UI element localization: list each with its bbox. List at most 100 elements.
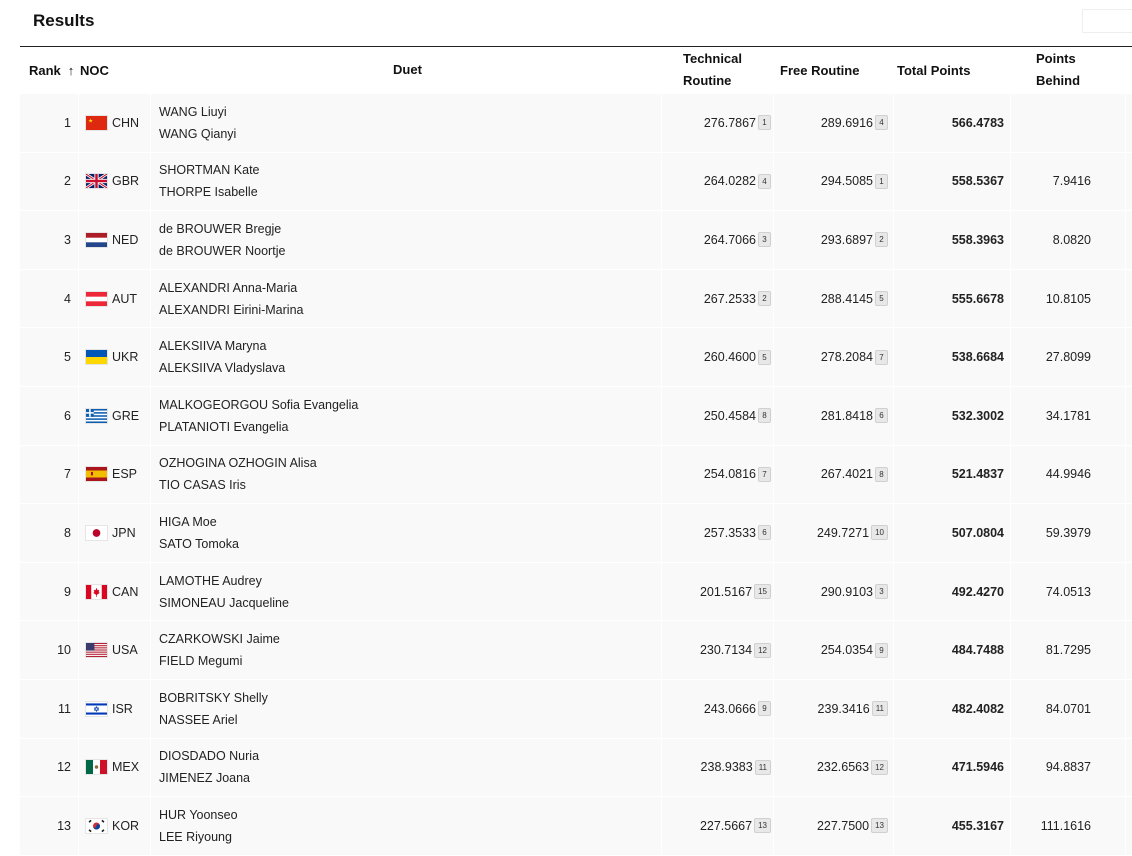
- athlete-name-link[interactable]: LAMOTHE Audrey: [159, 570, 262, 592]
- table-row: 11 ISR BOBRITSKY Shelly NASSEE Ariel 243.066…: [20, 679, 1132, 739]
- rank-cell: 4: [20, 269, 79, 328]
- noc-code: MEX: [112, 760, 140, 775]
- free-routine-cell: 267.4021 8: [774, 445, 894, 504]
- tech-header-line2: Routine: [683, 73, 732, 88]
- athlete-name-link[interactable]: OZHOGINA OZHOGIN Alisa: [159, 452, 317, 474]
- athlete-name-link[interactable]: ALEXANDRI Anna-Maria: [159, 277, 297, 299]
- athlete-name-link[interactable]: JIMENEZ Joana: [159, 767, 250, 789]
- athlete-name-link[interactable]: CZARKOWSKI Jaime: [159, 628, 280, 650]
- athlete-name-link[interactable]: WANG Liuyi: [159, 101, 227, 123]
- technical-score: 238.9383: [700, 760, 753, 775]
- athlete-name-link[interactable]: HUR Yoonseo: [159, 804, 238, 826]
- technical-rank-badge: 8: [758, 408, 771, 424]
- free-score: 289.6916: [820, 115, 873, 130]
- noc-cell[interactable]: MEX: [79, 738, 151, 797]
- total-points-cell: 558.5367: [894, 152, 1011, 211]
- noc-cell[interactable]: ISR: [79, 679, 151, 738]
- athlete-name-link[interactable]: de BROUWER Noortje: [159, 240, 285, 262]
- free-rank-badge: 12: [871, 759, 888, 775]
- noc-cell[interactable]: JPN: [79, 504, 151, 562]
- technical-score: 257.3533: [703, 525, 756, 540]
- gbr-flag-icon: [86, 174, 107, 189]
- technical-score: 260.4600: [703, 350, 756, 365]
- noc-cell[interactable]: GBR: [79, 152, 151, 211]
- noc-cell[interactable]: UKR: [79, 328, 151, 386]
- technical-score: 250.4584: [703, 408, 756, 423]
- noc-cell[interactable]: KOR: [79, 797, 151, 855]
- athlete-name-link[interactable]: SIMONEAU Jacqueline: [159, 592, 289, 614]
- athlete-name-link[interactable]: TIO CASAS Iris: [159, 474, 246, 496]
- free-routine-cell: 288.4145 5: [774, 269, 894, 328]
- technical-score: 243.0666: [703, 701, 756, 716]
- noc-cell[interactable]: CAN: [79, 562, 151, 621]
- technical-routine-cell: 267.2533 2: [662, 269, 774, 328]
- duet-cell: CZARKOWSKI Jaime FIELD Megumi: [151, 621, 662, 679]
- table-row: 7 ESP OZHOGINA OZHOGIN Alisa TIO CASAS Iris…: [20, 445, 1132, 505]
- noc-column-header[interactable]: NOC: [79, 47, 151, 93]
- sort-ascending-icon[interactable]: ↑: [68, 63, 75, 78]
- free-routine-column-header[interactable]: Free Routine: [774, 47, 894, 93]
- athlete-name-link[interactable]: ALEKSIIVA Maryna: [159, 335, 266, 357]
- table-row: 6 GRE MALKOGEORGOU Sofia Evangelia PLATANIO…: [20, 386, 1132, 446]
- athlete-name-link[interactable]: ALEKSIIVA Vladyslava: [159, 357, 285, 379]
- athlete-name-link[interactable]: ALEXANDRI Eirini-Marina: [159, 299, 303, 321]
- technical-routine-column-header[interactable]: Technical Routine: [662, 47, 774, 93]
- noc-cell[interactable]: ★ CHN: [79, 94, 151, 152]
- athlete-name-link[interactable]: FIELD Megumi: [159, 650, 242, 672]
- noc-code: GRE: [112, 408, 140, 423]
- technical-score: 267.2533: [703, 291, 756, 306]
- technical-routine-cell: 227.5667 13: [662, 797, 774, 855]
- noc-cell[interactable]: AUT: [79, 269, 151, 328]
- free-rank-badge: 2: [875, 232, 888, 248]
- search-box[interactable]: [1082, 9, 1132, 33]
- free-score: 267.4021: [820, 467, 873, 482]
- athlete-name-link[interactable]: BOBRITSKY Shelly: [159, 687, 268, 709]
- athlete-name-link[interactable]: NASSEE Ariel: [159, 709, 238, 731]
- usa-flag-icon: [86, 643, 107, 658]
- technical-routine-cell: 276.7867 1: [662, 94, 774, 152]
- results-table: Rank ↑ NOC Duet Technical Routine Free Ro…: [20, 47, 1132, 856]
- noc-code: NED: [112, 232, 139, 247]
- athlete-name-link[interactable]: SATO Tomoka: [159, 533, 239, 555]
- athlete-name-link[interactable]: SHORTMAN Kate: [159, 159, 260, 181]
- athlete-name-link[interactable]: HIGA Moe: [159, 511, 217, 533]
- table-row: 1 ★ CHN WANG Liuyi WANG Qianyi 276.7867 1 289.6…: [20, 94, 1132, 153]
- duet-cell: HIGA Moe SATO Tomoka: [151, 504, 662, 562]
- points-behind-cell: 44.9946: [1011, 445, 1126, 504]
- technical-score: 264.7066: [703, 232, 756, 247]
- duet-column-header[interactable]: Duet: [151, 47, 662, 93]
- athlete-name-link[interactable]: de BROUWER Bregje: [159, 218, 281, 240]
- points-behind-column-header[interactable]: Points Behind: [1011, 47, 1126, 93]
- points-behind-cell: 34.1781: [1011, 386, 1126, 445]
- behind-header-line1: Points: [1036, 51, 1076, 66]
- technical-rank-badge: 2: [758, 291, 771, 307]
- athlete-name-link[interactable]: DIOSDADO Nuria: [159, 745, 259, 767]
- technical-rank-badge: 15: [754, 584, 771, 600]
- free-rank-badge: 6: [875, 408, 888, 424]
- noc-code: GBR: [112, 174, 140, 189]
- page-title: Results: [33, 11, 95, 30]
- athlete-name-link[interactable]: THORPE Isabelle: [159, 181, 258, 203]
- athlete-name-link[interactable]: PLATANIOTI Evangelia: [159, 416, 288, 438]
- esp-flag-icon: [86, 467, 107, 482]
- noc-cell[interactable]: NED: [79, 211, 151, 269]
- kor-flag-icon: [86, 818, 107, 833]
- athlete-name-link[interactable]: LEE Riyoung: [159, 826, 232, 848]
- noc-cell[interactable]: USA: [79, 621, 151, 679]
- table-row: 2 GBR SHORTMAN Kate THORPE Isabelle 264.0282…: [20, 152, 1132, 212]
- duet-cell: OZHOGINA OZHOGIN Alisa TIO CASAS Iris: [151, 445, 662, 504]
- athlete-name-link[interactable]: MALKOGEORGOU Sofia Evangelia: [159, 394, 358, 416]
- noc-cell[interactable]: ESP: [79, 445, 151, 504]
- total-points-cell: 484.7488: [894, 621, 1011, 679]
- athlete-name-link[interactable]: WANG Qianyi: [159, 123, 236, 145]
- free-score: 293.6897: [820, 232, 873, 247]
- rank-column-header[interactable]: Rank ↑: [20, 47, 79, 93]
- noc-cell[interactable]: GRE: [79, 386, 151, 445]
- points-behind-cell: 111.1616: [1011, 797, 1126, 855]
- duet-cell: MALKOGEORGOU Sofia Evangelia PLATANIOTI E…: [151, 386, 662, 445]
- free-score: 239.3416: [817, 701, 870, 716]
- technical-rank-badge: 7: [758, 466, 771, 482]
- noc-code: CHN: [112, 115, 140, 130]
- total-points-column-header[interactable]: Total Points: [894, 47, 1011, 93]
- duet-cell: de BROUWER Bregje de BROUWER Noortje: [151, 211, 662, 269]
